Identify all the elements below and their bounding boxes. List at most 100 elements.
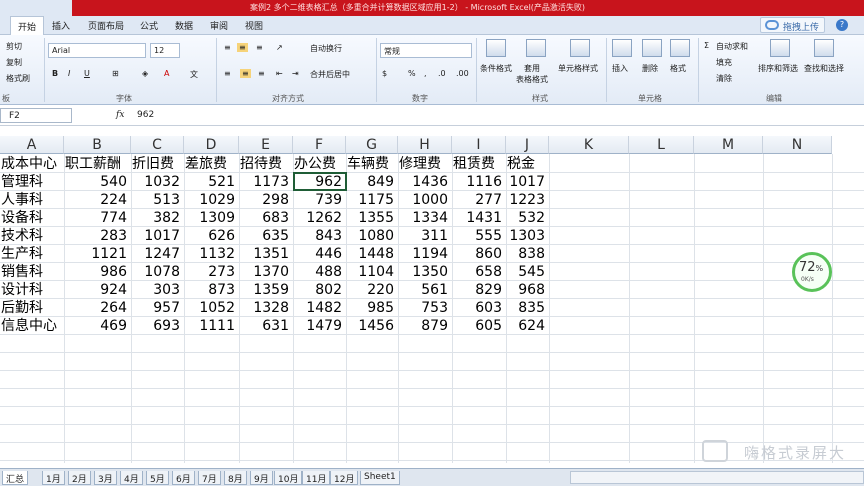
- find-select-button[interactable]: 查找和选择: [804, 63, 844, 74]
- font-color-icon[interactable]: A: [164, 69, 169, 78]
- table-row-label[interactable]: 生产科: [1, 245, 43, 263]
- column-header-F[interactable]: F: [293, 136, 346, 154]
- table-cell[interactable]: 1303: [506, 227, 545, 245]
- sheet-tab-9[interactable]: 9月: [250, 471, 273, 485]
- border-icon[interactable]: ⊞: [112, 69, 119, 78]
- table-cell[interactable]: 879: [398, 317, 448, 335]
- table-cell[interactable]: 1436: [398, 173, 448, 191]
- table-cell[interactable]: 658: [452, 263, 502, 281]
- ribbon-tab-3[interactable]: 公式: [140, 19, 158, 32]
- align-top-icon[interactable]: ≡: [224, 43, 231, 52]
- quick-access-toolbar[interactable]: [0, 0, 72, 16]
- table-cell[interactable]: 545: [506, 263, 545, 281]
- column-header-M[interactable]: M: [694, 136, 763, 154]
- table-cell[interactable]: 1029: [184, 191, 235, 209]
- table-cell[interactable]: 283: [64, 227, 127, 245]
- table-cell[interactable]: 1351: [239, 245, 289, 263]
- ribbon-tab-0[interactable]: 开始: [10, 16, 45, 36]
- clear-button[interactable]: 清除: [716, 73, 732, 84]
- sheet-tab-3[interactable]: 3月: [94, 471, 117, 485]
- sheet-tab-6[interactable]: 6月: [172, 471, 195, 485]
- italic-button[interactable]: I: [68, 69, 70, 78]
- percent-icon[interactable]: %: [408, 69, 416, 78]
- fx-icon[interactable]: fx: [116, 110, 124, 120]
- align-left-icon[interactable]: ≡: [224, 69, 231, 78]
- delete-cells-icon[interactable]: [642, 39, 662, 57]
- phonetic-icon[interactable]: 文: [190, 69, 198, 80]
- decrease-indent-icon[interactable]: ⇤: [276, 69, 283, 78]
- ribbon-tab-6[interactable]: 视图: [245, 19, 263, 32]
- column-header-B[interactable]: B: [64, 136, 131, 154]
- table-row-label[interactable]: 后勤科: [1, 299, 43, 317]
- table-cell[interactable]: 1355: [346, 209, 394, 227]
- table-cell[interactable]: 1104: [346, 263, 394, 281]
- table-cell[interactable]: 1350: [398, 263, 448, 281]
- align-right-icon[interactable]: ≡: [258, 69, 265, 78]
- sum-icon[interactable]: Σ: [704, 41, 709, 50]
- sort-filter-icon[interactable]: [770, 39, 790, 57]
- table-cell[interactable]: 774: [64, 209, 127, 227]
- table-cell[interactable]: 555: [452, 227, 502, 245]
- table-cell[interactable]: 1431: [452, 209, 502, 227]
- table-cell[interactable]: 829: [452, 281, 502, 299]
- table-format-button[interactable]: 套用 表格格式: [516, 63, 548, 85]
- name-box[interactable]: F2: [0, 108, 72, 123]
- table-cell[interactable]: 1359: [239, 281, 289, 299]
- format-painter-button[interactable]: 格式刷: [6, 73, 30, 84]
- table-cell[interactable]: 469: [64, 317, 127, 335]
- column-header-D[interactable]: D: [184, 136, 239, 154]
- table-cell[interactable]: 264: [64, 299, 127, 317]
- column-header-G[interactable]: G: [346, 136, 398, 154]
- table-cell[interactable]: 1175: [346, 191, 394, 209]
- sort-filter-button[interactable]: 排序和筛选: [758, 63, 798, 74]
- column-header-A[interactable]: A: [0, 136, 64, 154]
- table-cell[interactable]: 802: [293, 281, 342, 299]
- table-cell[interactable]: 924: [64, 281, 127, 299]
- table-cell[interactable]: 1052: [184, 299, 235, 317]
- copy-button[interactable]: 复制: [6, 57, 22, 68]
- table-cell[interactable]: 1078: [131, 263, 180, 281]
- wrap-text-button[interactable]: 自动换行: [310, 43, 342, 54]
- formula-input[interactable]: 962: [137, 110, 154, 120]
- table-cell[interactable]: 532: [506, 209, 545, 227]
- table-cell[interactable]: 835: [506, 299, 545, 317]
- table-cell[interactable]: 739: [293, 191, 342, 209]
- delete-cells-button[interactable]: 删除: [642, 63, 658, 74]
- table-cell[interactable]: 1328: [239, 299, 289, 317]
- cut-button[interactable]: 剪切: [6, 41, 22, 52]
- cell-styles-icon[interactable]: [570, 39, 590, 57]
- table-cell[interactable]: 277: [452, 191, 502, 209]
- table-header-cell[interactable]: 折旧费: [132, 155, 174, 173]
- merge-center-button[interactable]: 合并后居中: [310, 69, 350, 80]
- sheet-tab-12[interactable]: 12月: [330, 471, 359, 485]
- cell-styles-button[interactable]: 单元格样式: [558, 63, 598, 74]
- column-header-N[interactable]: N: [763, 136, 832, 154]
- table-row-label[interactable]: 设计科: [1, 281, 43, 299]
- table-cell[interactable]: 311: [398, 227, 448, 245]
- table-cell[interactable]: 753: [398, 299, 448, 317]
- table-cell[interactable]: 1334: [398, 209, 448, 227]
- increase-decimal-icon[interactable]: .0: [438, 69, 446, 78]
- table-cell[interactable]: 986: [64, 263, 127, 281]
- table-cell[interactable]: 1194: [398, 245, 448, 263]
- table-cell[interactable]: 1032: [131, 173, 180, 191]
- column-header-E[interactable]: E: [239, 136, 293, 154]
- ribbon-tab-4[interactable]: 数据: [175, 19, 193, 32]
- table-header-cell[interactable]: 修理费: [399, 155, 441, 173]
- ribbon-tab-5[interactable]: 审阅: [210, 19, 228, 32]
- number-format-select[interactable]: 常规: [380, 43, 472, 58]
- table-header-cell[interactable]: 成本中心: [1, 155, 57, 173]
- table-cell[interactable]: 1456: [346, 317, 394, 335]
- increase-indent-icon[interactable]: ⇥: [292, 69, 299, 78]
- table-cell[interactable]: 1132: [184, 245, 235, 263]
- table-cell[interactable]: 513: [131, 191, 180, 209]
- table-cell[interactable]: 843: [293, 227, 342, 245]
- table-cell[interactable]: 1000: [398, 191, 448, 209]
- table-cell[interactable]: 873: [184, 281, 235, 299]
- fill-color-icon[interactable]: ◈: [142, 69, 148, 78]
- table-cell[interactable]: 298: [239, 191, 289, 209]
- sheet-tab-7[interactable]: 7月: [198, 471, 221, 485]
- find-select-icon[interactable]: [814, 39, 834, 57]
- table-row-label[interactable]: 人事科: [1, 191, 43, 209]
- table-cell[interactable]: 624: [506, 317, 545, 335]
